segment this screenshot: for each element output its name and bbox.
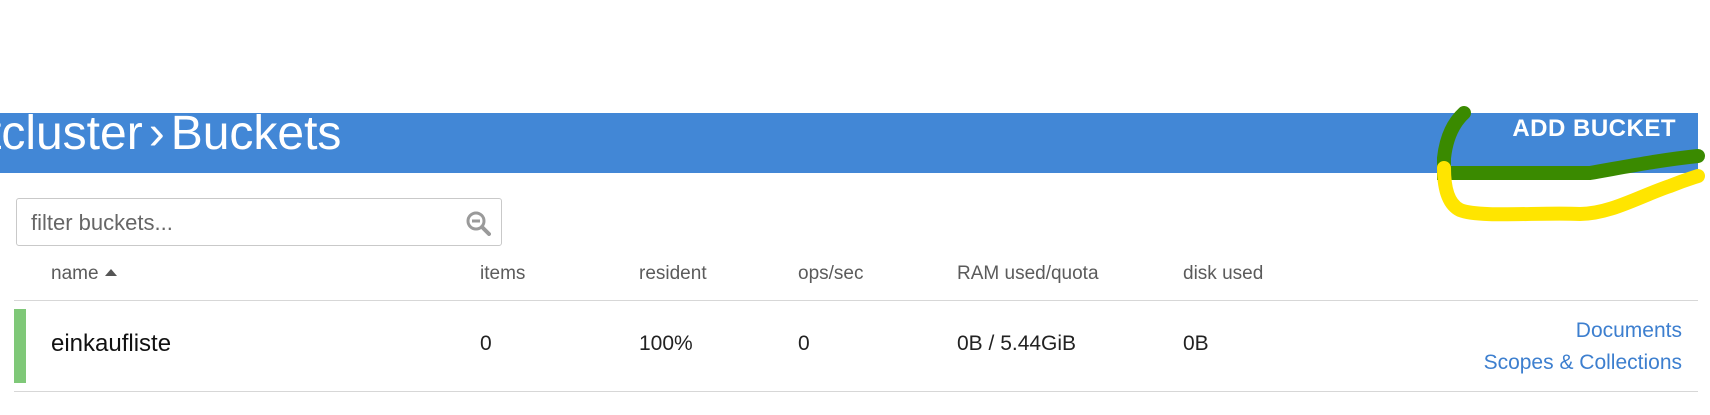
bucket-resident: 100% [639,332,693,355]
column-header-name-label: name [51,263,99,284]
bucket-ram: 0B / 5.44GiB [957,332,1077,355]
column-header-name[interactable]: name [51,263,117,285]
sort-ascending-icon [104,269,117,276]
add-bucket-button[interactable]: ADD BUCKET [1512,113,1676,145]
bucket-items: 0 [480,332,492,355]
table-header: name items resident ops/sec RAM used/quo… [14,258,1698,301]
search-icon[interactable] [465,210,491,236]
table-row[interactable]: einkaufliste 0 100% 0 0B / 5.44GiB 0B Do… [14,301,1698,392]
breadcrumb-cluster[interactable]: rstcluster [0,113,143,160]
breadcrumb-page: Buckets [170,113,342,160]
scopes-collections-link[interactable]: Scopes & Collections [1484,347,1682,379]
breadcrumb-separator: › [148,113,165,160]
documents-link[interactable]: Documents [1484,315,1682,347]
column-header-resident[interactable]: resident [639,263,707,285]
filter-buckets-input[interactable] [29,199,453,247]
buckets-page: rstcluster›Buckets ADD BUCKET name items… [0,0,1710,415]
row-actions: Documents Scopes & Collections [1484,315,1682,379]
bucket-name[interactable]: einkaufliste [51,330,171,358]
buckets-table: name items resident ops/sec RAM used/quo… [14,258,1698,392]
column-header-items[interactable]: items [480,263,525,285]
filter-buckets [16,198,502,247]
column-header-ram[interactable]: RAM used/quota [957,263,1099,285]
annotation-stroke-yellow [1437,161,1705,222]
column-header-ops[interactable]: ops/sec [798,263,863,285]
page-header: rstcluster›Buckets [0,113,1698,173]
breadcrumb: rstcluster›Buckets [0,113,341,164]
bucket-ops: 0 [798,332,810,355]
bucket-status-indicator [14,309,26,383]
bucket-disk: 0B [1183,332,1209,355]
column-header-disk[interactable]: disk used [1183,263,1263,285]
